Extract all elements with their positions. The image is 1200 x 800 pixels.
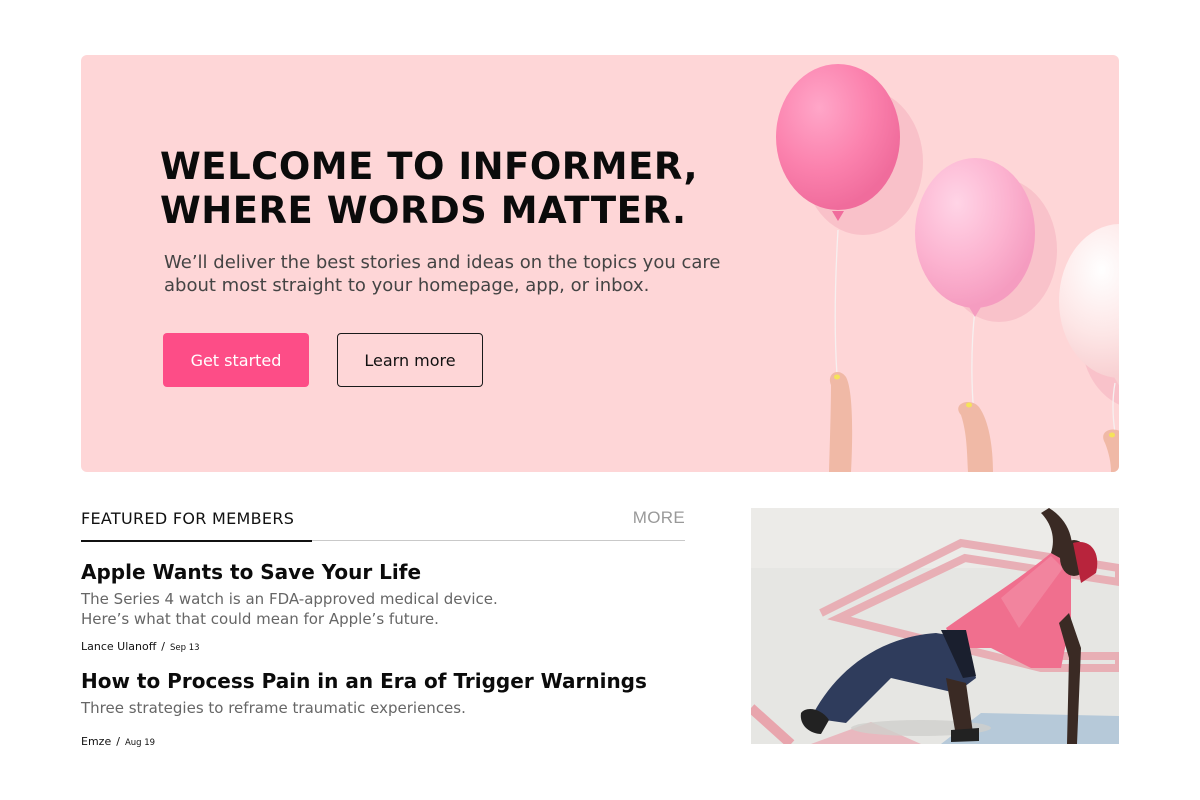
article-author[interactable]: Emze (81, 735, 111, 748)
hero-title-line-2: WHERE WORDS MATTER. (160, 189, 687, 232)
learn-more-button[interactable]: Learn more (337, 333, 483, 387)
article-description-line: Three strategies to reframe traumatic ex… (81, 699, 466, 717)
white-balloon (1059, 224, 1119, 378)
meta-separator: / (116, 735, 120, 748)
article-item[interactable]: How to Process Pain in an Era of Trigger… (81, 668, 701, 749)
balloon-string (971, 308, 976, 404)
hand-middle (958, 401, 993, 472)
balloon-string (834, 229, 839, 376)
article-description-line: Here’s what that could mean for Apple’s … (81, 610, 439, 628)
article-item[interactable]: Apple Wants to Save Your Life The Series… (81, 559, 701, 654)
article-description-line: The Series 4 watch is an FDA-approved me… (81, 590, 498, 608)
article-description: Three strategies to reframe traumatic ex… (81, 698, 701, 718)
hero-subtitle: We’ll deliver the best stories and ideas… (164, 252, 721, 296)
article-description: The Series 4 watch is an FDA-approved me… (81, 589, 701, 629)
article-title[interactable]: Apple Wants to Save Your Life (81, 559, 701, 585)
hand-left (829, 371, 853, 472)
hand-right (1103, 429, 1119, 472)
featured-section-header: FEATURED FOR MEMBERS MORE (81, 505, 685, 542)
get-started-button[interactable]: Get started (163, 333, 309, 387)
article-date: Aug 19 (124, 738, 156, 748)
featured-heading: FEATURED FOR MEMBERS (81, 509, 295, 528)
article-date: Sep 13 (170, 643, 200, 653)
article-meta: Emze / Aug 19 (81, 730, 701, 749)
balloons-illustration (776, 64, 1119, 472)
dancer-photo-image (751, 508, 1119, 744)
page: WELCOME TO INFORMER, WHERE WORDS MATTER.… (0, 0, 1200, 800)
light-pink-balloon (915, 158, 1035, 308)
hero-title: WELCOME TO INFORMER, WHERE WORDS MATTER. (160, 145, 698, 233)
article-author[interactable]: Lance Ulanoff (81, 640, 156, 653)
pink-balloon (776, 64, 900, 210)
more-link[interactable]: MORE (633, 508, 685, 528)
article-title[interactable]: How to Process Pain in an Era of Trigger… (81, 668, 701, 694)
hero-title-line-1: WELCOME TO INFORMER, (160, 145, 699, 188)
article-meta: Lance Ulanoff / Sep 13 (81, 635, 701, 654)
hero-banner: WELCOME TO INFORMER, WHERE WORDS MATTER.… (81, 55, 1119, 472)
featured-photo[interactable] (751, 508, 1119, 744)
meta-separator: / (161, 640, 165, 653)
featured-underline (81, 540, 312, 542)
